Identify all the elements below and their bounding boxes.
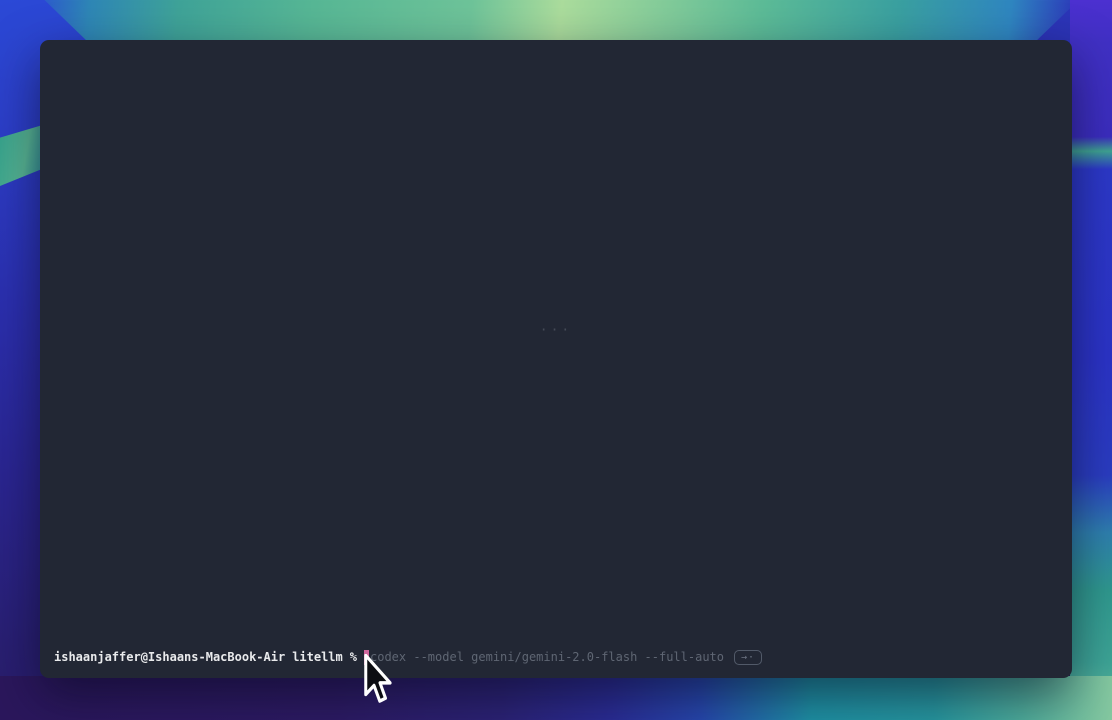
terminal-loading-ellipsis: ··· xyxy=(540,323,572,339)
arrow-pointer-icon xyxy=(362,654,392,706)
prompt-entry[interactable]: codex --model gemini/gemini-2.0-flash --… xyxy=(364,649,762,665)
terminal-prompt-input[interactable]: ishaanjaffer@Ishaans-MacBook-Air litellm… xyxy=(54,649,1058,665)
mouse-cursor xyxy=(362,654,392,706)
tab-hint-badge: →· xyxy=(734,650,762,665)
wallpaper-bottom-strip xyxy=(0,676,1112,720)
terminal-screen[interactable]: ··· ishaanjaffer@Ishaans-MacBook-Air lit… xyxy=(40,40,1072,678)
prompt-symbol: % xyxy=(350,649,357,665)
wallpaper-right-strip xyxy=(1070,0,1112,720)
autosuggestion-text: codex --model gemini/gemini-2.0-flash --… xyxy=(370,649,724,665)
terminal-window[interactable]: ··· ishaanjaffer@Ishaans-MacBook-Air lit… xyxy=(40,40,1072,678)
prompt-user-host: ishaanjaffer@Ishaans-MacBook-Air xyxy=(54,649,285,665)
prompt-directory: litellm xyxy=(292,649,343,665)
desktop: ··· ishaanjaffer@Ishaans-MacBook-Air lit… xyxy=(0,0,1112,720)
